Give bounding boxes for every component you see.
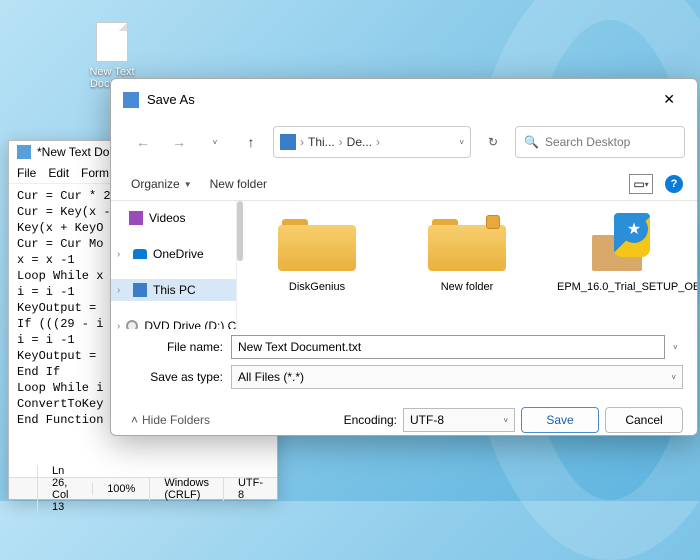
filename-input[interactable]: [231, 335, 665, 359]
file-item-diskgenius[interactable]: DiskGenius: [257, 213, 377, 293]
tree-dvd[interactable]: ›DVD Drive (D:) CO: [111, 315, 236, 329]
status-eol: Windows (CRLF): [149, 477, 223, 501]
encoding-select[interactable]: UTF-8˅: [403, 408, 515, 432]
notepad-icon: [17, 145, 31, 159]
videos-icon: [129, 211, 143, 225]
chevron-down-icon: ▼: [184, 180, 192, 189]
tree-thispc[interactable]: ›This PC: [111, 279, 236, 301]
nav-row: ← → ˅ ↑ › Thi... › De... › ˅ ↻ 🔍 Search …: [111, 120, 697, 168]
filename-label: File name:: [139, 340, 223, 354]
chevron-down-icon[interactable]: ˅: [673, 343, 683, 352]
file-pane[interactable]: DiskGenius New folder ★ EPM_16.0_Trial_S…: [237, 201, 697, 329]
chevron-icon[interactable]: ›: [117, 249, 127, 260]
scrollbar[interactable]: [237, 201, 243, 261]
dvd-icon: [126, 320, 138, 329]
tree-onedrive[interactable]: ›OneDrive: [111, 243, 236, 265]
folder-icon: [278, 213, 356, 271]
status-encoding: UTF-8: [223, 477, 277, 501]
recent-button[interactable]: ˅: [201, 128, 229, 156]
tree-videos[interactable]: Videos: [111, 207, 236, 229]
search-input[interactable]: 🔍 Search Desktop: [515, 126, 685, 158]
dialog-title: Save As: [147, 92, 195, 107]
filetype-select[interactable]: All Files (*.*)˅: [231, 365, 683, 389]
crumb-thispc[interactable]: Thi...: [308, 135, 335, 149]
notepad-statusbar: Ln 26, Col 13 100% Windows (CRLF) UTF-8: [9, 477, 277, 499]
breadcrumb[interactable]: › Thi... › De... › ˅: [273, 126, 471, 158]
onedrive-icon: [133, 249, 147, 259]
chevron-up-icon: ˄: [131, 413, 138, 427]
file-label: DiskGenius: [257, 281, 377, 293]
notepad-title: *New Text Doc: [37, 145, 115, 159]
cancel-button[interactable]: Cancel: [605, 407, 683, 433]
status-position: Ln 26, Col 13: [37, 465, 92, 513]
view-options-button[interactable]: ▭ ▾: [629, 174, 653, 194]
forward-button: →: [165, 128, 193, 156]
encoding-label: Encoding:: [344, 413, 397, 427]
pc-icon: [280, 134, 296, 150]
search-placeholder: Search Desktop: [545, 135, 630, 149]
menu-edit[interactable]: Edit: [48, 166, 69, 180]
menu-file[interactable]: File: [17, 166, 36, 180]
lock-icon: [486, 215, 500, 229]
thispc-icon: [133, 283, 147, 297]
chevron-icon[interactable]: ›: [117, 321, 120, 330]
toolbar: Organize ▼ New folder ▭ ▾ ?: [111, 168, 697, 201]
menu-format[interactable]: Form: [81, 166, 109, 180]
nav-tree: Videos ›OneDrive ›This PC ›DVD Drive (D:…: [111, 201, 237, 329]
text-file-icon: [96, 22, 128, 62]
save-button[interactable]: Save: [521, 407, 599, 433]
file-label: EPM_16.0_Trial_SETUP_OB_B11.ex: [557, 281, 677, 293]
file-item-installer[interactable]: ★ EPM_16.0_Trial_SETUP_OB_B11.ex: [557, 213, 677, 293]
file-label: New folder: [407, 281, 527, 293]
chevron-icon[interactable]: ›: [117, 285, 127, 296]
form-area: File name: ˅ Save as type: All Files (*.…: [111, 329, 697, 403]
file-item-newfolder[interactable]: New folder: [407, 213, 527, 293]
save-as-dialog: Save As ✕ ← → ˅ ↑ › Thi... › De... › ˅ ↻…: [110, 78, 698, 436]
dialog-titlebar[interactable]: Save As ✕: [111, 79, 697, 120]
help-button[interactable]: ?: [665, 175, 683, 193]
action-row: ˄ Hide Folders Encoding: UTF-8˅ Save Can…: [111, 403, 697, 435]
filetype-label: Save as type:: [139, 370, 223, 384]
folder-icon: [428, 213, 506, 271]
new-folder-button[interactable]: New folder: [210, 177, 267, 191]
organize-menu[interactable]: Organize ▼: [131, 177, 192, 191]
close-button[interactable]: ✕: [653, 87, 685, 112]
hide-folders-toggle[interactable]: ˄ Hide Folders: [131, 413, 210, 427]
crumb-desktop[interactable]: De...: [347, 135, 372, 149]
installer-icon: ★: [578, 213, 656, 271]
save-icon: [123, 92, 139, 108]
back-button[interactable]: ←: [129, 128, 157, 156]
up-button[interactable]: ↑: [237, 128, 265, 156]
path-dropdown-icon[interactable]: ˅: [459, 138, 464, 147]
search-icon: 🔍: [524, 135, 539, 149]
status-zoom: 100%: [92, 483, 149, 495]
refresh-button[interactable]: ↻: [479, 128, 507, 156]
